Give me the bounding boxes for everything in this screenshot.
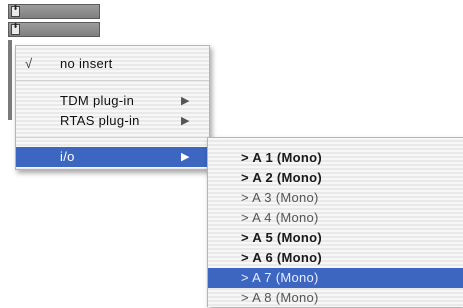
submenu-item-a5[interactable]: > A 5 (Mono): [208, 228, 463, 248]
menu-item-label: RTAS plug-in: [60, 113, 140, 128]
submenu-item-label: > A 1 (Mono): [241, 150, 322, 165]
submenu-item-label: > A 8 (Mono): [241, 290, 319, 305]
menu-separator: [16, 80, 209, 81]
menu-item-label: i/o: [60, 149, 75, 164]
submenu-item-label: > A 6 (Mono): [241, 250, 322, 265]
submenu-arrow-icon: ▶: [181, 95, 190, 107]
menu-item-rtas-plug-in[interactable]: RTAS plug-in ▶: [16, 111, 209, 131]
submenu-arrow-icon: ▶: [181, 151, 190, 163]
submenu-item-a2[interactable]: > A 2 (Mono): [208, 168, 463, 188]
submenu-item-label: > A 7 (Mono): [241, 270, 319, 285]
submenu-item-label: > A 5 (Mono): [241, 230, 322, 245]
insert-slot-2[interactable]: ⬍: [8, 22, 100, 37]
submenu-item-label: > A 2 (Mono): [241, 170, 322, 185]
submenu-item-a6[interactable]: > A 6 (Mono): [208, 248, 463, 268]
insert-slot-1[interactable]: ⬍: [8, 4, 100, 19]
submenu-item-a8[interactable]: > A 8 (Mono): [208, 288, 463, 308]
menu-separator: [16, 137, 209, 138]
insert-slot-edge: [8, 40, 12, 120]
submenu-arrow-icon: ▶: [181, 115, 190, 127]
submenu-item-a1[interactable]: > A 1 (Mono): [208, 148, 463, 168]
checkmark-icon: √: [25, 56, 33, 71]
slot-selector-icon[interactable]: ⬍: [11, 23, 20, 35]
submenu-item-a3[interactable]: > A 3 (Mono): [208, 188, 463, 208]
slot-selector-icon[interactable]: ⬍: [11, 5, 20, 17]
submenu-item-label: > A 3 (Mono): [241, 190, 319, 205]
submenu-item-a7[interactable]: > A 7 (Mono): [208, 268, 463, 288]
menu-item-no-insert[interactable]: √ no insert: [16, 54, 209, 74]
menu-item-io[interactable]: i/o ▶: [16, 147, 209, 167]
submenu-item-label: > A 4 (Mono): [241, 210, 319, 225]
submenu-item-a4[interactable]: > A 4 (Mono): [208, 208, 463, 228]
menu-item-tdm-plug-in[interactable]: TDM plug-in ▶: [16, 91, 209, 111]
insert-popup-menu: √ no insert TDM plug-in ▶ RTAS plug-in ▶…: [15, 45, 210, 170]
menu-item-label: no insert: [60, 56, 113, 71]
menu-item-label: TDM plug-in: [60, 93, 135, 108]
io-submenu: > A 1 (Mono) > A 2 (Mono) > A 3 (Mono) >…: [207, 137, 463, 307]
